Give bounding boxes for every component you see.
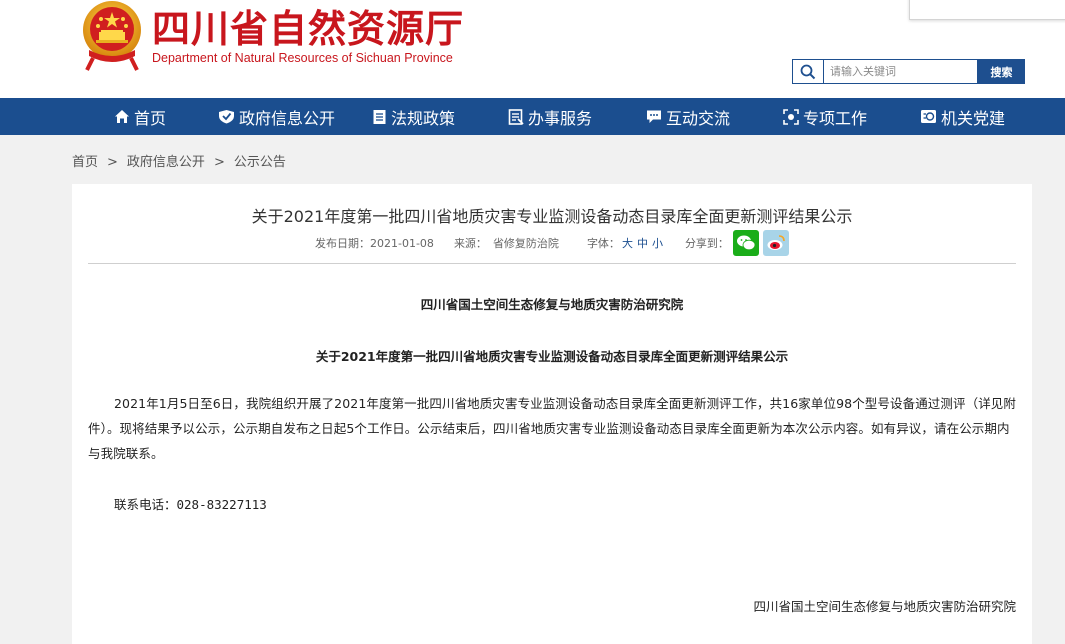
font-size-label: 字体：	[586, 237, 620, 250]
nav-label: 首页	[134, 108, 167, 128]
breadcrumb-separator: >	[213, 155, 225, 170]
nav-label: 互动交流	[666, 108, 731, 128]
breadcrumb-gov-info[interactable]: 政府信息公开	[127, 155, 205, 170]
nav-item-regulations[interactable]: 法规政策	[372, 98, 455, 135]
nav-label: 专项工作	[803, 108, 868, 128]
article-card: 关于2021年度第一批四川省地质灾害专业监测设备动态目录库全面更新测评结果公示 …	[72, 184, 1032, 644]
site-subtitle: Department of Natural Resources of Sichu…	[152, 51, 453, 65]
contact-phone: 联系电话：028-83227113	[114, 497, 267, 512]
source-value: 省修复防治院	[492, 237, 559, 250]
nav-item-interaction[interactable]: 互动交流	[646, 98, 730, 135]
article-body: 2021年1月5日至6日，我院组织开展了2021年度第一批四川省地质灾害专业监测…	[88, 396, 1016, 461]
home-icon	[115, 110, 129, 123]
site-header: 四川省自然资源厅 Department of Natural Resources…	[0, 0, 1065, 98]
font-size-small[interactable]: 小	[652, 235, 663, 251]
signature: 四川省国土空间生态修复与地质灾害防治研究院	[753, 599, 1016, 614]
nav-item-party-building[interactable]: 机关党建	[920, 98, 1005, 135]
target-icon	[783, 108, 799, 125]
org-heading: 四川省国土空间生态修复与地质灾害防治研究院	[420, 297, 684, 312]
breadcrumb-home[interactable]: 首页	[72, 155, 98, 170]
font-size-large[interactable]: 大	[622, 235, 633, 251]
nav-item-services[interactable]: 办事服务	[508, 98, 592, 135]
nav-item-special-work[interactable]: 专项工作	[783, 98, 867, 135]
nav-item-gov-info[interactable]: 政府信息公开	[218, 98, 335, 135]
shield-icon	[219, 110, 234, 124]
nav-item-home[interactable]: 首页	[114, 98, 166, 135]
book-icon	[373, 109, 386, 124]
article-meta: 发布日期： 2021-01-08 来源： 省修复防治院 字体： 大 中 小 分享…	[315, 230, 789, 256]
emblem-icon	[921, 110, 936, 123]
share-label: 分享到：	[684, 237, 729, 250]
article-title: 关于2021年度第一批四川省地质灾害专业监测设备动态目录库全面更新测评结果公示	[251, 207, 853, 226]
national-emblem-icon	[79, 0, 145, 72]
main-nav: 首页 政府信息公开 法规政策 办事服务 互动交流 专项工作 机关党建	[0, 98, 1065, 135]
date-label: 发布日期：	[315, 237, 370, 250]
nav-label: 办事服务	[528, 108, 593, 128]
search-icon[interactable]	[792, 59, 823, 84]
weibo-icon[interactable]	[762, 230, 789, 256]
nav-label: 法规政策	[391, 108, 456, 128]
nav-label: 机关党建	[941, 108, 1006, 128]
doc-heading: 关于2021年度第一批四川省地质灾害专业监测设备动态目录库全面更新测评结果公示	[315, 349, 789, 364]
breadcrumb-separator: >	[107, 155, 118, 170]
search-button[interactable]: 搜索	[978, 59, 1025, 84]
top-right-widget[interactable]	[909, 0, 1065, 20]
search-input[interactable]	[823, 59, 978, 84]
document-icon	[508, 108, 524, 125]
nav-label: 政府信息公开	[239, 108, 336, 128]
title-divider	[88, 263, 1016, 264]
publish-date: 2021-01-08	[370, 236, 434, 250]
source-label: 来源：	[453, 237, 487, 250]
breadcrumb: 首页 > 政府信息公开 > 公示公告	[72, 151, 286, 170]
breadcrumb-notices[interactable]: 公示公告	[234, 155, 286, 170]
wechat-icon[interactable]	[732, 230, 759, 256]
search-box: 搜索	[792, 59, 1032, 84]
chat-icon	[647, 110, 661, 123]
site-title[interactable]: 四川省自然资源厅	[152, 0, 464, 53]
font-size-medium[interactable]: 中	[637, 235, 648, 251]
